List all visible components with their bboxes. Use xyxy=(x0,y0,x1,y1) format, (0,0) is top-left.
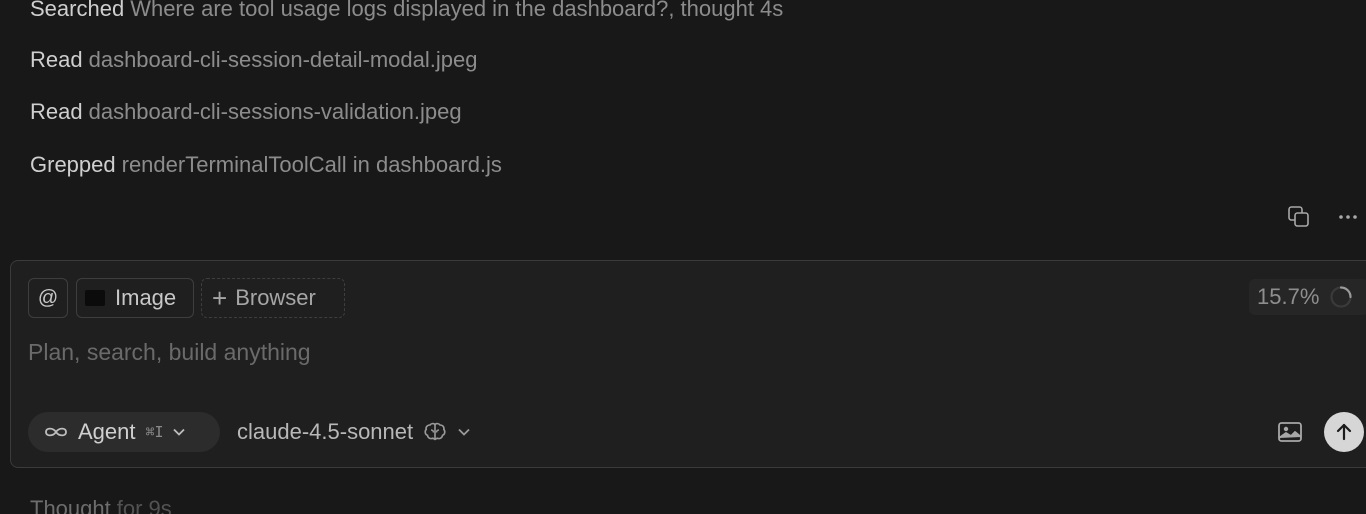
chevron-down-icon xyxy=(172,428,185,436)
tool-log-item[interactable]: Read dashboard-cli-sessions-validation.jp… xyxy=(30,99,462,125)
model-label: claude-4.5-sonnet xyxy=(237,419,414,444)
chevron-down-icon xyxy=(458,428,470,436)
tool-log-item[interactable]: Read dashboard-cli-session-detail-modal.j… xyxy=(30,47,477,73)
image-chip-label: Image xyxy=(115,285,177,310)
message-actions xyxy=(1286,202,1366,230)
browser-chip-label: Browser xyxy=(235,285,316,310)
prompt-input[interactable] xyxy=(28,335,1228,369)
tool-log-verb: Grepped xyxy=(30,152,116,177)
chat-panel: Searched Where are tool usage logs displa… xyxy=(0,0,1366,514)
tool-log-target: dashboard-cli-session-detail-modal.jpeg xyxy=(88,47,478,72)
chat-composer: @ Image + Browser 15.7% Agent ⌘I xyxy=(10,260,1366,468)
tool-log-target: renderTerminalToolCall in dashboard.js xyxy=(121,152,502,177)
progress-ring-icon xyxy=(1330,286,1352,308)
tool-log-item[interactable]: Searched Where are tool usage logs displa… xyxy=(30,0,783,22)
plus-icon: + xyxy=(212,283,228,313)
agent-mode-label: Agent xyxy=(78,419,136,444)
tool-log-verb: Read xyxy=(30,47,83,72)
add-browser-button[interactable]: + Browser xyxy=(201,278,345,318)
context-usage-value: 15.7% xyxy=(1257,284,1320,309)
thought-summary[interactable]: Thought for 9s xyxy=(30,496,172,514)
image-context-chip[interactable]: Image xyxy=(76,278,194,318)
brain-icon xyxy=(424,422,446,441)
tool-log-verb: Read xyxy=(30,99,83,124)
tool-log-item[interactable]: Grepped renderTerminalToolCall in dashboa… xyxy=(30,152,502,178)
tool-log-verb: Searched xyxy=(30,0,125,21)
image-upload-icon[interactable] xyxy=(1276,419,1304,445)
mention-button[interactable]: @ xyxy=(28,278,68,318)
thought-label: Thought xyxy=(30,496,111,514)
more-icon[interactable] xyxy=(1336,204,1362,230)
copy-icon[interactable] xyxy=(1286,204,1312,230)
thought-duration: for 9s xyxy=(116,496,172,514)
agent-mode-shortcut: ⌘I xyxy=(145,423,164,441)
tool-log-target: dashboard-cli-sessions-validation.jpeg xyxy=(88,99,462,124)
model-selector[interactable]: claude-4.5-sonnet xyxy=(237,412,471,452)
infinity-icon xyxy=(45,427,67,437)
tool-log-target: Where are tool usage logs displayed in t… xyxy=(130,0,784,21)
arrow-up-icon xyxy=(1336,423,1352,441)
agent-mode-selector[interactable]: Agent ⌘I xyxy=(28,412,220,452)
mention-symbol: @ xyxy=(37,286,59,309)
image-thumbnail-icon xyxy=(85,290,105,306)
send-button[interactable] xyxy=(1324,412,1364,452)
context-usage-indicator[interactable]: 15.7% xyxy=(1249,279,1366,315)
